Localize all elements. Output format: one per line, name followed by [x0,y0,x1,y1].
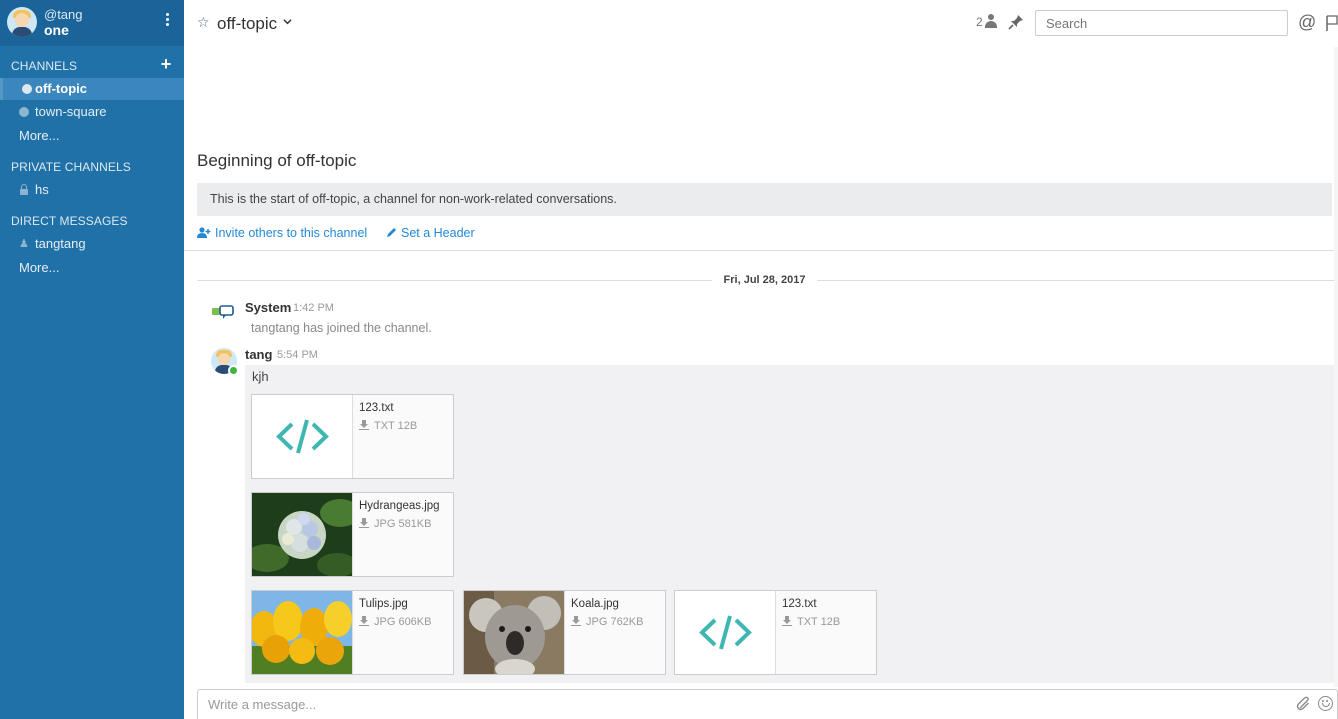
hydrangea-image [252,493,352,576]
channel-title[interactable]: off-topic [217,14,277,34]
download-icon [359,616,369,626]
sidebar-item-label: off-topic [35,81,87,96]
system-avatar-icon [212,305,234,319]
koala-image [464,591,564,674]
chevron-down-icon[interactable] [283,17,292,26]
sidebar-item-town-square[interactable]: town-square [0,101,184,123]
sidebar-item-off-topic[interactable]: off-topic [0,78,184,100]
channel-intro-description: This is the start of off-topic, a channe… [210,192,617,206]
dm-more-link[interactable]: More... [19,260,59,275]
search-input[interactable] [1035,10,1288,36]
globe-icon [22,84,32,94]
file-meta[interactable]: JPG 762KB [571,616,643,628]
app-window: @tang one CHANNELS + off-topic town-squa… [0,0,1338,719]
date-separator-line [817,280,1338,281]
post-time[interactable]: 5:54 PM [277,349,318,361]
channels-section-title: CHANNELS [11,59,78,73]
divider [184,250,1338,251]
username: @tang [44,7,83,22]
sidebar-item-tangtang[interactable]: ♟ tangtang [0,233,184,255]
channel-intro-title: Beginning of off-topic [197,151,357,170]
sidebar-item-label: town-square [35,104,107,119]
sidebar-item-hs[interactable]: hs [0,179,184,201]
file-thumbnail[interactable] [252,395,353,478]
date-separator: Fri, Jul 28, 2017 [723,274,806,286]
invite-others-label: Invite others to this channel [215,226,368,240]
post-author[interactable]: System [245,300,291,315]
invite-others-link[interactable]: Invite others to this channel [197,226,367,240]
file-name[interactable]: Koala.jpg [571,598,619,610]
image-thumbnail-koala[interactable] [464,591,565,674]
channel-header: ☆ off-topic 2 @ [184,0,1338,47]
image-thumbnail-hydrangeas[interactable] [252,493,353,576]
file-name[interactable]: 123.txt [782,598,817,610]
add-channel-icon[interactable]: + [158,55,174,73]
sidebar-item-label: tangtang [35,236,86,251]
set-header-label: Set a Header [401,226,475,240]
date-separator-line [197,280,712,281]
sidebar: @tang one CHANNELS + off-topic town-squa… [0,0,184,719]
tulips-image [252,591,352,674]
channel-intro-box: This is the start of off-topic, a channe… [197,183,1332,216]
direct-messages-section-title: DIRECT MESSAGES [11,214,128,228]
sidebar-item-label: hs [35,182,49,197]
image-thumbnail-tulips[interactable] [252,591,353,674]
code-file-icon [276,419,329,454]
add-user-icon [197,227,211,238]
post-author[interactable]: tang [245,347,272,362]
post-message: kjh [252,369,269,384]
team-header[interactable]: @tang one [0,0,184,46]
post-time[interactable]: 1:42 PM [293,302,334,314]
team-name: one [44,22,69,38]
file-attachment[interactable]: Hydrangeas.jpg JPG 581KB [251,492,454,577]
member-icon[interactable] [985,14,997,28]
globe-icon [19,107,29,117]
flag-icon[interactable] [1326,15,1338,31]
download-icon [571,616,581,626]
file-name[interactable]: 123.txt [359,402,394,414]
pencil-icon [387,228,396,237]
file-meta[interactable]: TXT 12B [782,616,840,628]
lock-icon [20,184,28,195]
download-icon [782,616,792,626]
file-meta[interactable]: TXT 12B [359,420,417,432]
star-icon[interactable]: ☆ [197,14,210,31]
file-attachment[interactable]: Koala.jpg JPG 762KB [463,590,666,675]
online-status-icon [228,365,239,376]
download-icon [359,518,369,528]
message-input[interactable]: Write a message... [208,697,316,712]
file-name[interactable]: Hydrangeas.jpg [359,500,440,512]
emoji-icon[interactable] [1318,696,1333,711]
file-name[interactable]: Tulips.jpg [359,598,408,610]
pin-icon[interactable] [1008,14,1024,30]
file-attachment[interactable]: 123.txt TXT 12B [251,394,454,479]
file-meta[interactable]: JPG 581KB [359,518,431,530]
member-count[interactable]: 2 [976,15,983,29]
users-icon: ♟ [19,238,29,250]
post-message: tangtang has joined the channel. [251,321,432,335]
message-composer[interactable]: Write a message... [197,689,1338,719]
private-channels-section-title: PRIVATE CHANNELS [11,160,131,174]
file-attachment[interactable]: 123.txt TXT 12B [674,590,877,675]
code-file-icon [699,615,752,650]
file-meta[interactable]: JPG 606KB [359,616,431,628]
file-thumbnail[interactable] [675,591,776,674]
mention-icon[interactable]: @ [1298,12,1316,33]
avatar[interactable] [7,7,37,37]
more-vertical-icon[interactable] [162,13,172,33]
scrollbar[interactable] [1334,47,1338,687]
file-attachment[interactable]: Tulips.jpg JPG 606KB [251,590,454,675]
channels-more-link[interactable]: More... [19,128,59,143]
set-header-link[interactable]: Set a Header [386,226,475,240]
paperclip-icon[interactable] [1296,696,1312,712]
download-icon [359,420,369,430]
